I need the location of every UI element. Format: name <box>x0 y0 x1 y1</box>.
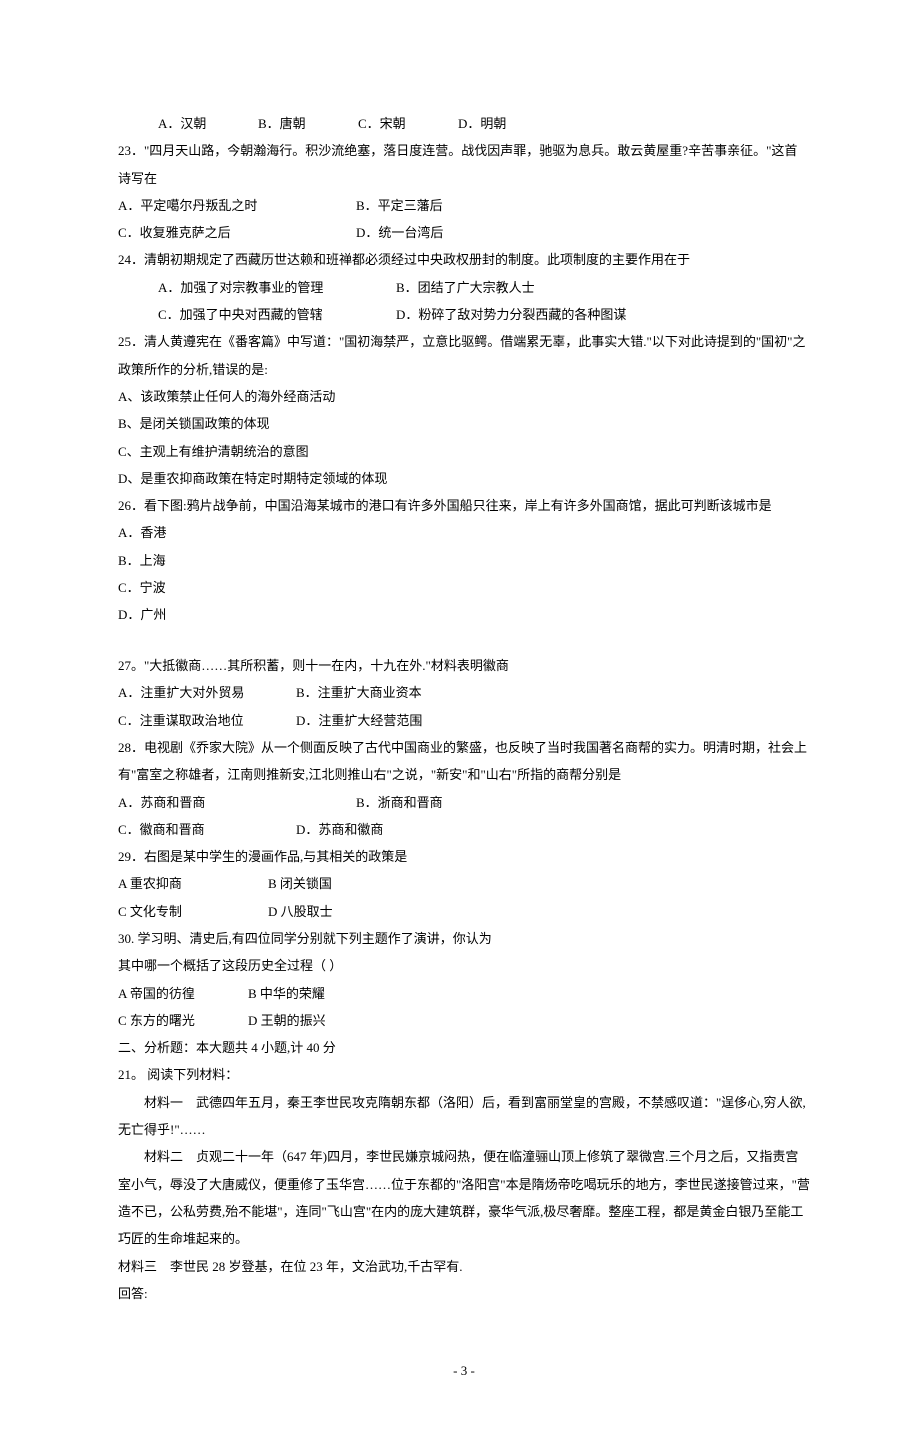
q29-row1: A 重农抑商 B 闭关锁国 <box>118 870 810 897</box>
material-1: 材料一 武德四年五月，秦王李世民攻克隋朝东都（洛阳）后，看到富丽堂皇的宫殿，不禁… <box>118 1089 810 1144</box>
option-c: C 文化专制 <box>118 898 268 925</box>
q23-row1: A．平定噶尔丹叛乱之时 B．平定三藩后 <box>118 192 810 219</box>
option-b: B 中华的荣耀 <box>248 980 325 1007</box>
option-c: C．收复雅克萨之后 <box>118 219 356 246</box>
q24-stem: 24．清朝初期规定了西藏历世达赖和班禅都必须经过中央政权册封的制度。此项制度的主… <box>118 246 810 273</box>
option-d: D．明朝 <box>458 110 558 137</box>
q25-a: A、该政策禁止任何人的海外经商活动 <box>118 383 810 410</box>
option-a: A 帝国的彷徨 <box>118 980 248 1007</box>
option-a: A．平定噶尔丹叛乱之时 <box>118 192 356 219</box>
page-number: - 3 - <box>118 1307 810 1384</box>
option-b: B．浙商和晋商 <box>296 789 443 816</box>
option-b: B．唐朝 <box>258 110 358 137</box>
q25-d: D、是重农抑商政策在特定时期特定领域的体现 <box>118 465 810 492</box>
q26-d: D．广州 <box>118 601 810 628</box>
option-a: A．汉朝 <box>158 110 258 137</box>
q28-stem: 28．电视剧《乔家大院》从一个侧面反映了古代中国商业的繁盛，也反映了当时我国著名… <box>118 734 810 789</box>
option-d: D．苏商和徽商 <box>296 816 383 843</box>
q30-stem1: 30. 学习明、清史后,有四位同学分别就下列主题作了演讲，你认为 <box>118 925 810 952</box>
q26-c: C．宁波 <box>118 574 810 601</box>
option-b: B．团结了广大宗教人士 <box>396 274 535 301</box>
page-content: A．汉朝 B．唐朝 C．宋朝 D．明朝 23．"四月天山路，今朝瀚海行。积沙流绝… <box>0 0 920 1444</box>
option-d: D．粉碎了敌对势力分裂西藏的各种图谋 <box>396 301 626 328</box>
q25-b: B、是闭关锁国政策的体现 <box>118 410 810 437</box>
q27-row2: C．注重谋取政治地位 D．注重扩大经营范围 <box>118 707 810 734</box>
option-c: C．注重谋取政治地位 <box>118 707 296 734</box>
option-d: D 八股取士 <box>268 898 333 925</box>
q21-num: 21。 阅读下列材料： <box>118 1061 810 1088</box>
q26-a: A．香港 <box>118 519 810 546</box>
option-b: B 闭关锁国 <box>268 870 332 897</box>
q29-stem: 29．右图是某中学生的漫画作品,与其相关的政策是 <box>118 843 810 870</box>
option-b: B．注重扩大商业资本 <box>296 679 422 706</box>
q27-row1: A．注重扩大对外贸易 B．注重扩大商业资本 <box>118 679 810 706</box>
q25-stem: 25．清人黄遵宪在《番客篇》中写道："国初海禁严，立意比驱鳄。借端累无辜，此事实… <box>118 328 810 383</box>
section2-heading: 二、分析题：本大题共 4 小题,计 40 分 <box>118 1034 810 1061</box>
q23-stem: 23．"四月天山路，今朝瀚海行。积沙流绝塞，落日度连营。战伐因声罪，驰驱为息兵。… <box>118 137 810 192</box>
option-d: D 王朝的振兴 <box>248 1007 326 1034</box>
q25-c: C、主观上有维护清朝统治的意图 <box>118 438 810 465</box>
option-a: A．加强了对宗教事业的管理 <box>118 274 396 301</box>
q22-options: A．汉朝 B．唐朝 C．宋朝 D．明朝 <box>118 110 810 137</box>
option-a: A．注重扩大对外贸易 <box>118 679 296 706</box>
q24-row2: C．加强了中央对西藏的管辖 D．粉碎了敌对势力分裂西藏的各种图谋 <box>118 301 810 328</box>
q30-row2: C 东方的曙光 D 王朝的振兴 <box>118 1007 810 1034</box>
option-d: D．统一台湾后 <box>356 219 443 246</box>
material-3: 材料三 李世民 28 岁登基，在位 23 年，文治武功,千古罕有. <box>118 1253 810 1280</box>
answer-prompt: 回答: <box>118 1280 810 1307</box>
q30-row1: A 帝国的彷徨 B 中华的荣耀 <box>118 980 810 1007</box>
q27-stem: 27。"大抵徽商……其所积蓄，则十一在内，十九在外."材料表明徽商 <box>118 652 810 679</box>
option-c: C．宋朝 <box>358 110 458 137</box>
option-b: B．平定三藩后 <box>356 192 443 219</box>
q26-b: B．上海 <box>118 547 810 574</box>
material-2: 材料二 贞观二十一年（647 年)四月，李世民嫌京城闷热，便在临潼骊山顶上修筑了… <box>118 1143 810 1252</box>
q26-stem: 26．看下图:鸦片战争前，中国沿海某城市的港口有许多外国船只往来，岸上有许多外国… <box>118 492 810 519</box>
q28-row1: A．苏商和晋商 B．浙商和晋商 <box>118 789 810 816</box>
q29-row2: C 文化专制 D 八股取士 <box>118 898 810 925</box>
spacer <box>118 629 810 652</box>
option-c: C．加强了中央对西藏的管辖 <box>118 301 396 328</box>
q30-stem2: 其中哪一个概括了这段历史全过程（ ） <box>118 952 810 979</box>
option-c: C．徽商和晋商 <box>118 816 296 843</box>
q28-row2: C．徽商和晋商 D．苏商和徽商 <box>118 816 810 843</box>
option-a: A 重农抑商 <box>118 870 268 897</box>
q24-row1: A．加强了对宗教事业的管理 B．团结了广大宗教人士 <box>118 274 810 301</box>
q23-row2: C．收复雅克萨之后 D．统一台湾后 <box>118 219 810 246</box>
option-c: C 东方的曙光 <box>118 1007 248 1034</box>
option-d: D．注重扩大经营范围 <box>296 707 422 734</box>
option-a: A．苏商和晋商 <box>118 789 296 816</box>
